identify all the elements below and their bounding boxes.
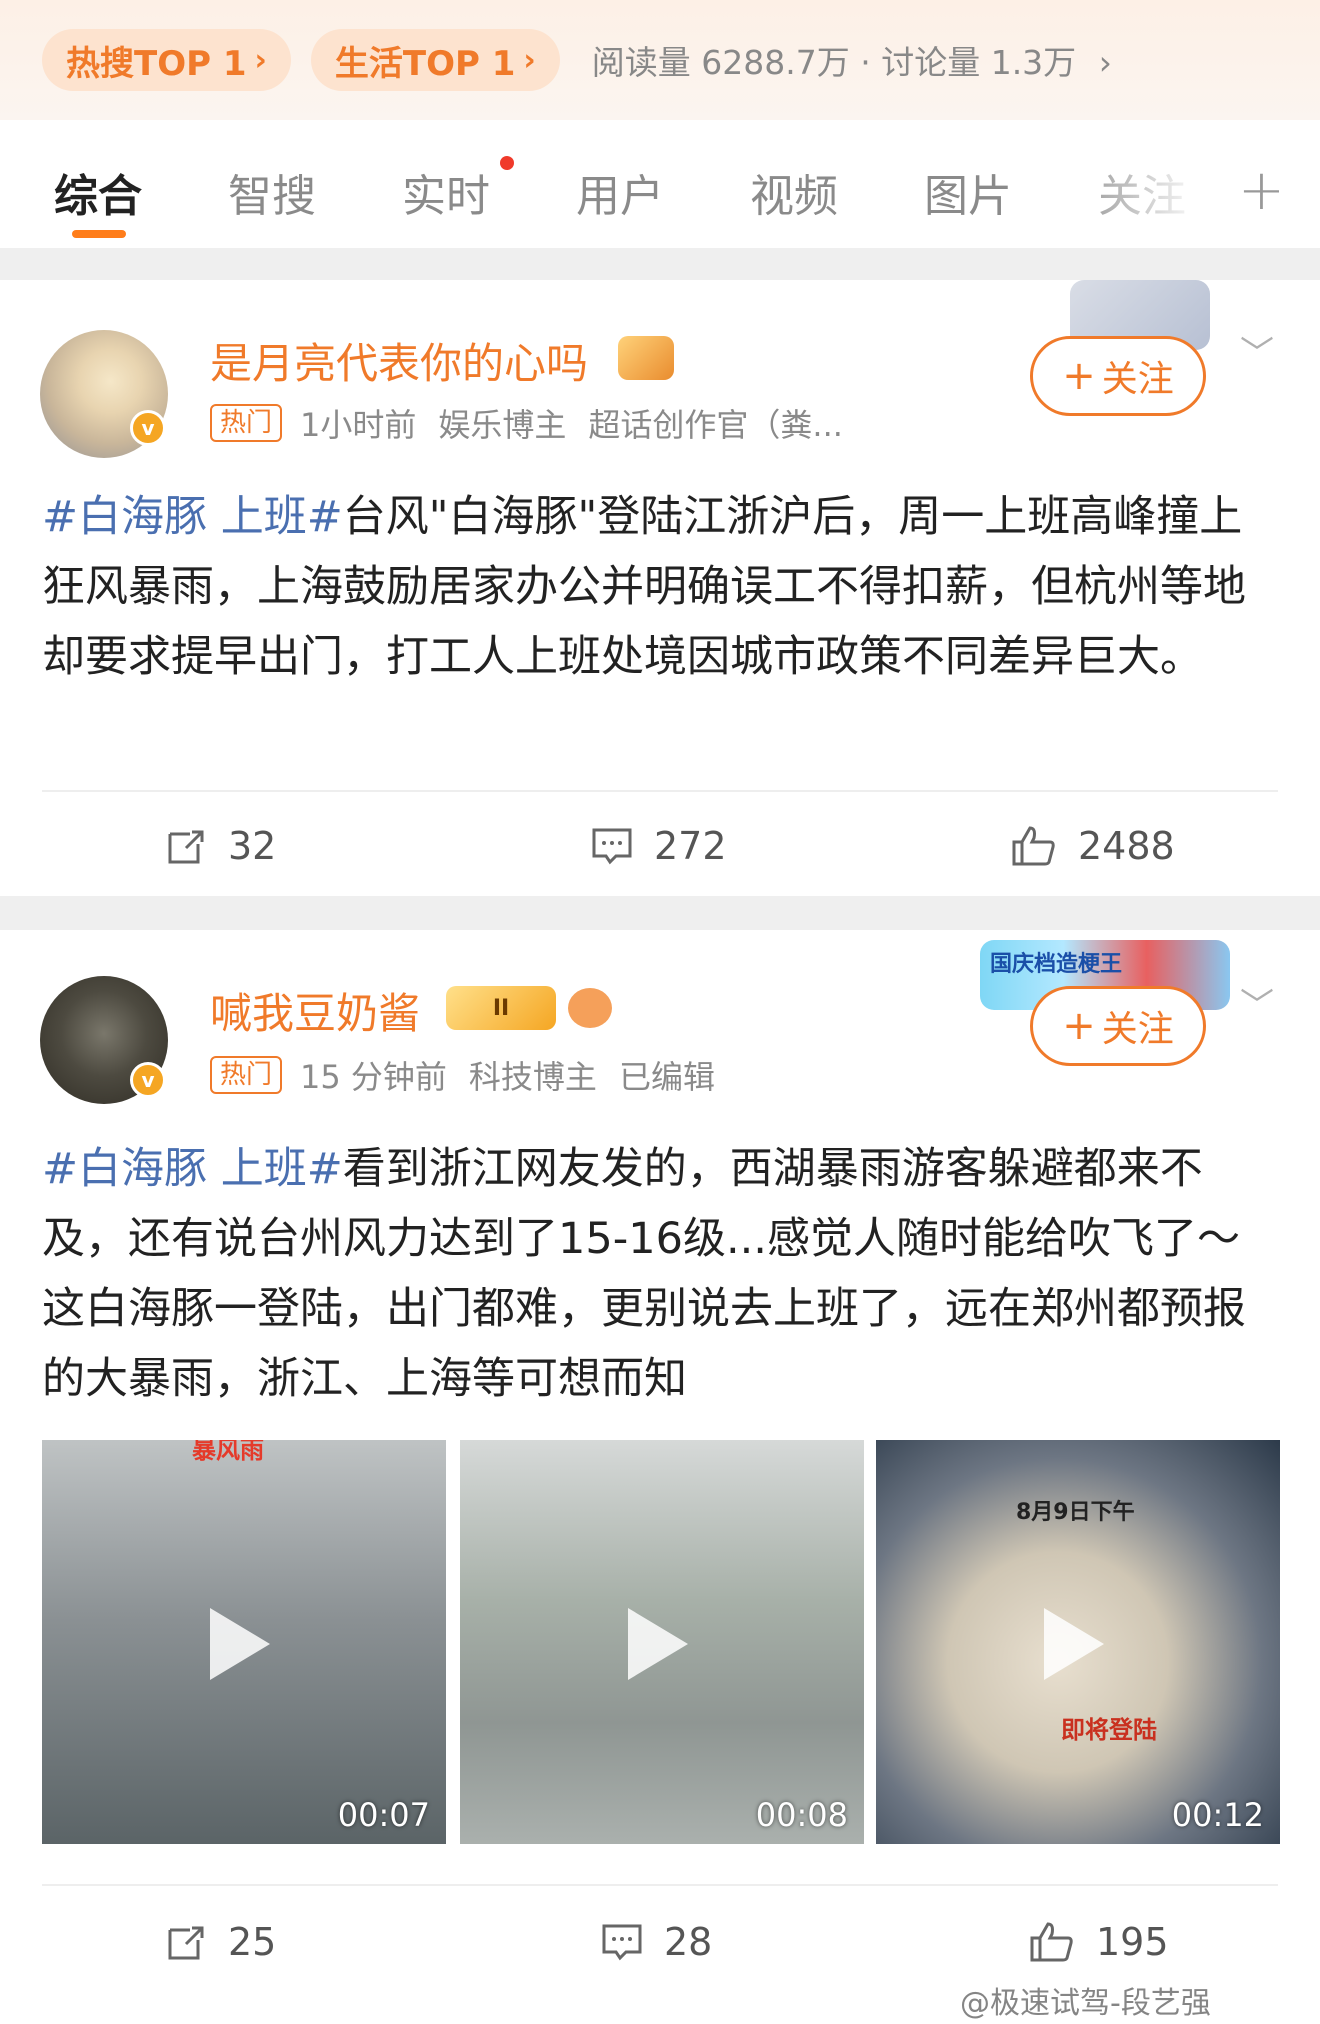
repost-button[interactable]: 32 — [164, 824, 276, 868]
video-thumbnail[interactable]: 00:08 — [460, 1440, 864, 1844]
hashtag-link[interactable]: #白海豚 上班# — [42, 1144, 343, 1194]
post-card: v 是月亮代表你的心吗 热门 1小时前 娱乐博主 超话创作官（粪... + 关注… — [0, 280, 1320, 896]
thumbs-up-icon — [1012, 826, 1055, 866]
comment-icon — [592, 828, 632, 865]
play-icon — [210, 1608, 270, 1680]
tab-smart-search[interactable]: 智搜 — [228, 160, 316, 224]
meta-label: 超话创作官（粪... — [588, 406, 843, 444]
video-duration: 00:07 — [337, 1796, 430, 1834]
video-thumbnail[interactable]: 8月9日下午 即将登陆 00:12 — [876, 1440, 1280, 1844]
play-icon — [1044, 1608, 1104, 1680]
active-tab-indicator — [72, 230, 126, 238]
hot-search-label: 热搜TOP 1 — [66, 43, 247, 84]
repost-icon — [168, 1926, 204, 1960]
post-time: 15 分钟前 — [300, 1058, 447, 1096]
tab-images[interactable]: 图片 — [924, 160, 1012, 224]
video-thumbnail[interactable]: 暴风雨 00:07 — [42, 1440, 446, 1844]
repost-button[interactable]: 25 — [164, 1920, 276, 1964]
like-button[interactable]: 2488 — [1010, 824, 1175, 868]
post-time: 1小时前 — [300, 406, 417, 444]
life-top-label: 生活TOP 1 — [334, 43, 516, 84]
repost-icon — [168, 830, 204, 864]
tab-videos[interactable]: 视频 — [750, 160, 838, 224]
follow-button[interactable]: + 关注 — [1030, 986, 1206, 1066]
divider — [42, 790, 1278, 792]
decoration-text: 国庆档造梗王 — [990, 952, 1123, 977]
level-badge-icon: II — [446, 986, 556, 1030]
hot-tag: 热门 — [210, 1056, 283, 1094]
meta-label: 娱乐博主 — [438, 406, 567, 444]
hot-search-top1-pill[interactable]: 热搜TOP 1 › — [42, 29, 291, 91]
level-badge-text: II — [492, 995, 510, 1021]
video-duration: 00:12 — [1171, 1796, 1264, 1834]
meta-label: 科技博主 — [468, 1058, 597, 1096]
divider — [42, 1884, 1278, 1886]
tab-realtime[interactable]: 实时 — [402, 160, 490, 224]
video-duration: 00:08 — [755, 1796, 848, 1834]
follow-label: 关注 — [1101, 359, 1174, 400]
like-count: 2488 — [1078, 824, 1175, 868]
stats-text: 阅读量 6288.7万 · 讨论量 1.3万 — [591, 43, 1077, 82]
comment-count: 28 — [664, 1920, 713, 1964]
thumbs-up-icon — [1030, 1922, 1073, 1962]
follow-button[interactable]: + 关注 — [1030, 336, 1206, 416]
fish-icon — [568, 988, 612, 1028]
username[interactable]: 是月亮代表你的心吗 — [210, 330, 588, 391]
video-tag: 暴风雨 — [192, 1440, 264, 1464]
life-top1-pill[interactable]: 生活TOP 1 › — [310, 29, 560, 91]
hot-tag: 热门 — [210, 404, 283, 442]
follow-label: 关注 — [1101, 1009, 1174, 1050]
chevron-down-icon[interactable]: ﹀ — [1240, 326, 1274, 375]
plus-icon: + — [1062, 353, 1096, 399]
tab-users[interactable]: 用户 — [576, 160, 664, 224]
chevron-right-icon: › — [1098, 43, 1112, 82]
chevron-right-icon: › — [254, 42, 267, 78]
tab-fade-overlay — [1060, 140, 1230, 230]
plus-icon: + — [1062, 1003, 1096, 1049]
like-button[interactable]: 195 — [1028, 1920, 1169, 1964]
comment-count: 272 — [654, 824, 727, 868]
action-row: 32 272 2488 — [0, 800, 1320, 900]
post-meta: 热门 15 分钟前 科技博主 已编辑 — [210, 1052, 737, 1098]
hot-search-strip: 热搜TOP 1 › 生活TOP 1 › 阅读量 6288.7万 · 讨论量 1.… — [0, 0, 1320, 120]
crown-badge-icon — [618, 336, 674, 380]
post-body: #白海豚 上班#看到浙江网友发的，西湖暴雨游客躲避都来不及，还有说台州风力达到了… — [42, 1134, 1282, 1414]
chevron-down-icon[interactable]: ﹀ — [1240, 978, 1274, 1027]
comment-button[interactable]: 272 — [590, 824, 727, 868]
meta-label: 已编辑 — [618, 1058, 715, 1096]
realtime-new-dot — [500, 156, 514, 170]
video-tag: 即将登陆 — [1061, 1716, 1157, 1744]
like-count: 195 — [1096, 1920, 1169, 1964]
comment-icon — [602, 1924, 642, 1961]
verified-badge-icon: v — [130, 410, 166, 446]
repost-count: 25 — [228, 1920, 277, 1964]
read-discussion-stats[interactable]: 阅读量 6288.7万 · 讨论量 1.3万 › — [592, 36, 1112, 84]
username[interactable]: 喊我豆奶酱 — [210, 980, 420, 1041]
play-icon — [628, 1608, 688, 1680]
watermark: @极速试驾-段艺强 — [960, 1986, 1211, 2021]
tab-comprehensive[interactable]: 综合 — [54, 160, 142, 224]
post-meta: 热门 1小时前 娱乐博主 超话创作官（粪... — [210, 400, 865, 446]
hashtag-link[interactable]: #白海豚 上班# — [42, 492, 343, 542]
verified-badge-icon: v — [130, 1062, 166, 1098]
chevron-right-icon: › — [523, 42, 536, 78]
video-caption: 8月9日下午 — [1016, 1500, 1135, 1525]
comment-button[interactable]: 28 — [600, 1920, 712, 1964]
post-body: #白海豚 上班#台风"白海豚"登陆江浙沪后，周一上班高峰撞上狂风暴雨，上海鼓励居… — [42, 482, 1282, 692]
post-card: v 喊我豆奶酱 II 热门 15 分钟前 科技博主 已编辑 国庆档造梗王 + 关… — [0, 930, 1320, 2024]
add-tab-icon[interactable]: + — [1238, 158, 1285, 223]
repost-count: 32 — [228, 824, 277, 868]
